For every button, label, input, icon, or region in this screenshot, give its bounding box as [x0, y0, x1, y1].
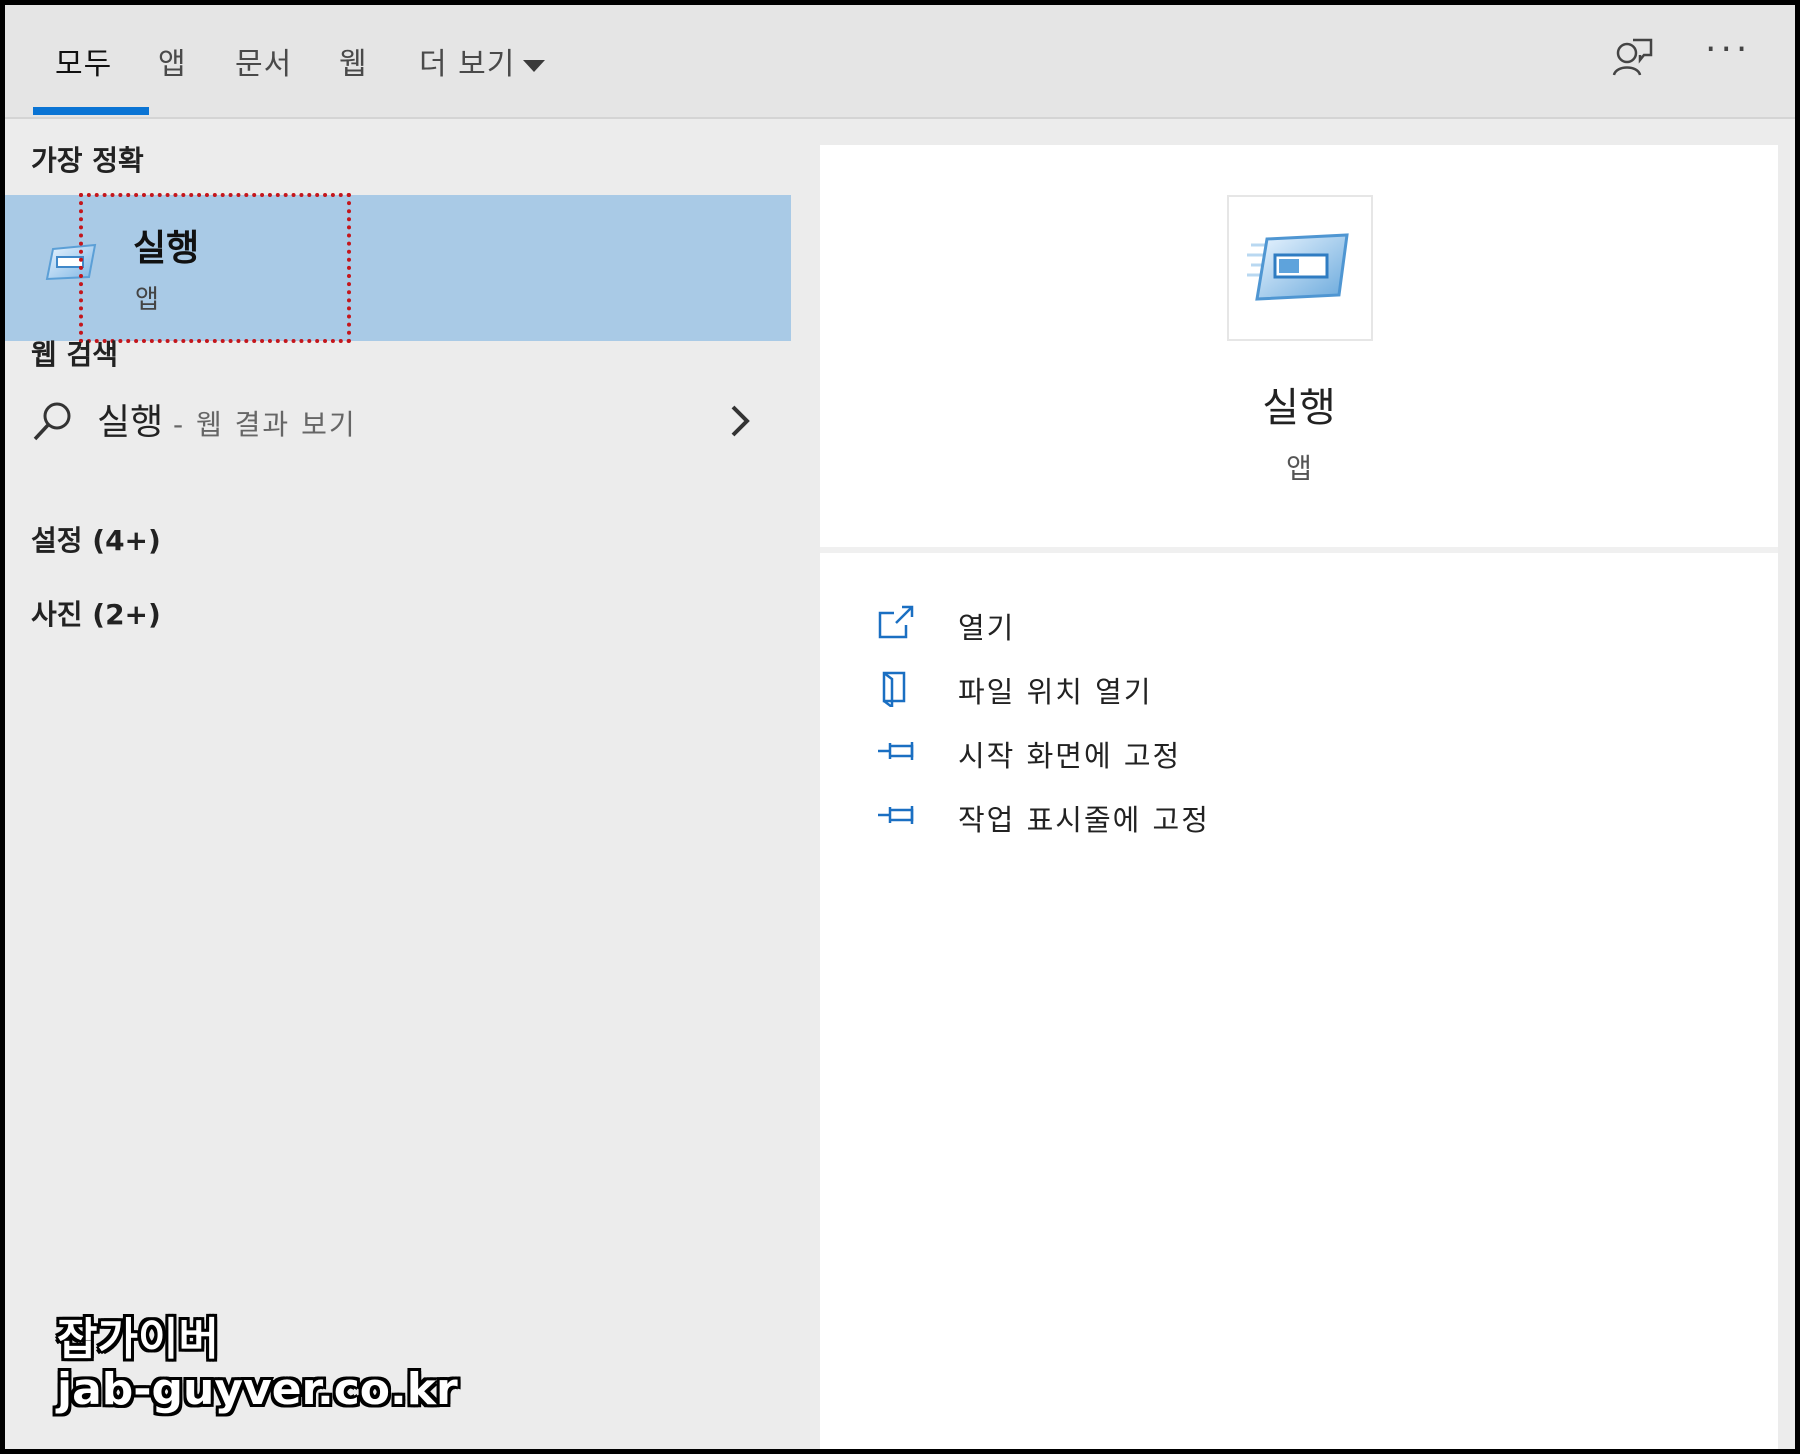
open-external-icon	[878, 605, 914, 639]
tab-more-label: 더 보기	[419, 47, 516, 82]
run-app-icon	[45, 243, 97, 281]
run-app-icon	[1247, 233, 1349, 301]
photos-group[interactable]: 사진 (2+)	[31, 593, 161, 633]
preview-header: 실행 앱	[820, 145, 1778, 553]
more-options-button[interactable]: ···	[1705, 32, 1755, 79]
preview-app-tile	[1227, 195, 1373, 341]
tab-documents[interactable]: 문서	[235, 39, 292, 87]
web-search-result[interactable]: 실행 - 웹 결과 보기	[5, 385, 791, 457]
feedback-button[interactable]	[1611, 35, 1655, 79]
preview-subtitle: 앱	[1286, 452, 1312, 485]
tab-more[interactable]: 더 보기	[419, 39, 546, 87]
web-search-query: 실행	[97, 402, 164, 443]
best-match-subtitle: 앱	[135, 285, 159, 315]
action-open[interactable]: 열기	[876, 599, 1736, 655]
web-search-heading: 웹 검색	[31, 338, 119, 371]
feedback-person-icon	[1612, 38, 1653, 76]
search-icon	[33, 402, 71, 441]
best-match-result[interactable]: 실행 앱	[5, 195, 791, 341]
action-pin-to-start-label: 시작 화면에 고정	[958, 739, 1182, 773]
action-pin-to-start[interactable]: 시작 화면에 고정	[876, 727, 1736, 783]
best-match-heading: 가장 정확	[31, 144, 144, 177]
tab-all[interactable]: 모두	[55, 39, 112, 87]
preview-pane: 실행 앱 열기 파일 위치 열기 시작 화면에 고정 작업 표시줄에 고정	[820, 145, 1778, 1449]
action-open-label: 열기	[958, 611, 1016, 645]
action-open-file-location-label: 파일 위치 열기	[958, 675, 1153, 709]
watermark: 잡가이버 jab-guyver.co.kr	[57, 1315, 458, 1415]
action-pin-to-taskbar[interactable]: 작업 표시줄에 고정	[876, 791, 1736, 847]
pin-icon	[878, 806, 914, 824]
chevron-right-icon	[731, 405, 750, 437]
tab-web[interactable]: 웹	[339, 39, 368, 87]
pin-icon	[878, 742, 914, 760]
results-pane: 가장 정확 실행 앱 웹 검색 실행 - 웹 결과 보기 설정 (4+) 사진 …	[5, 121, 791, 1449]
web-search-hint: - 웹 결과 보기	[173, 408, 357, 441]
tab-apps[interactable]: 앱	[158, 39, 187, 87]
search-window: 모두 앱 문서 웹 더 보기 ··· 가장 정확 실행 앱 웹 검색 실행 - …	[5, 5, 1795, 1449]
caret-down-icon	[523, 59, 546, 72]
watermark-name: 잡가이버	[57, 1314, 219, 1365]
preview-title: 실행	[1262, 385, 1336, 431]
action-open-file-location[interactable]: 파일 위치 열기	[876, 663, 1736, 719]
watermark-url: jab-guyver.co.kr	[57, 1364, 458, 1415]
best-match-title: 실행	[133, 228, 200, 269]
settings-group[interactable]: 설정 (4+)	[31, 519, 161, 559]
active-tab-indicator	[33, 107, 149, 115]
file-location-icon	[882, 671, 906, 707]
tab-bar: 모두 앱 문서 웹 더 보기 ···	[5, 5, 1795, 119]
action-pin-to-taskbar-label: 작업 표시줄에 고정	[958, 803, 1210, 837]
